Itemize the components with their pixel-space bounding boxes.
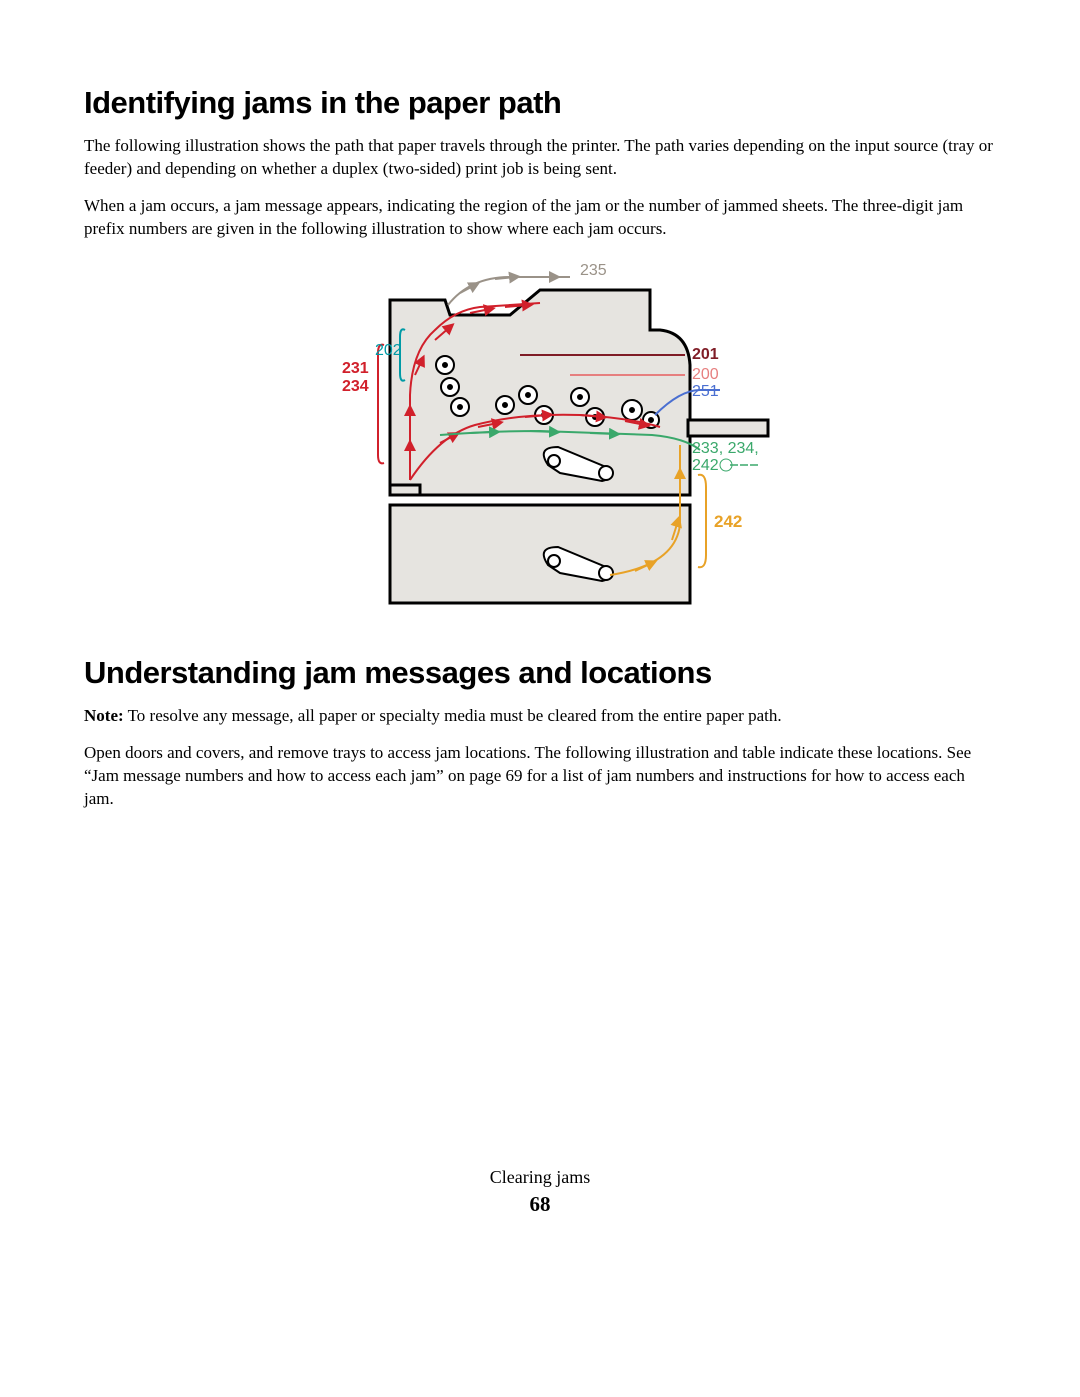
jam-label-200: 200 bbox=[692, 366, 719, 383]
footer-page-number: 68 bbox=[0, 1192, 1080, 1217]
jam-label-233-234: 233, 234, bbox=[692, 440, 759, 457]
jam-label-242-top: 242 bbox=[692, 457, 719, 474]
heading-understanding-jams: Understanding jam messages and locations bbox=[84, 655, 996, 691]
para-identifying-1: The following illustration shows the pat… bbox=[84, 135, 996, 181]
note-label: Note: bbox=[84, 706, 124, 725]
jam-label-231: 231 bbox=[342, 360, 369, 377]
note-text: To resolve any message, all paper or spe… bbox=[124, 706, 782, 725]
jam-label-201: 201 bbox=[692, 346, 719, 363]
para-identifying-2: When a jam occurs, a jam message appears… bbox=[84, 195, 996, 241]
para-understanding-note: Note: To resolve any message, all paper … bbox=[84, 705, 996, 728]
jam-label-234: 234 bbox=[342, 378, 369, 395]
paper-path-diagram: 235 202 231 234 201 200 251 233, 234, 24… bbox=[84, 255, 996, 625]
jam-label-235: 235 bbox=[580, 262, 607, 279]
jam-label-242: 242 bbox=[714, 512, 742, 531]
jam-label-202: 202 bbox=[375, 342, 402, 359]
jam-label-251: 251 bbox=[692, 383, 719, 400]
page-footer: Clearing jams 68 bbox=[0, 1167, 1080, 1217]
heading-identifying-jams: Identifying jams in the paper path bbox=[84, 85, 996, 121]
para-understanding-2: Open doors and covers, and remove trays … bbox=[84, 742, 996, 811]
footer-chapter: Clearing jams bbox=[0, 1167, 1080, 1188]
